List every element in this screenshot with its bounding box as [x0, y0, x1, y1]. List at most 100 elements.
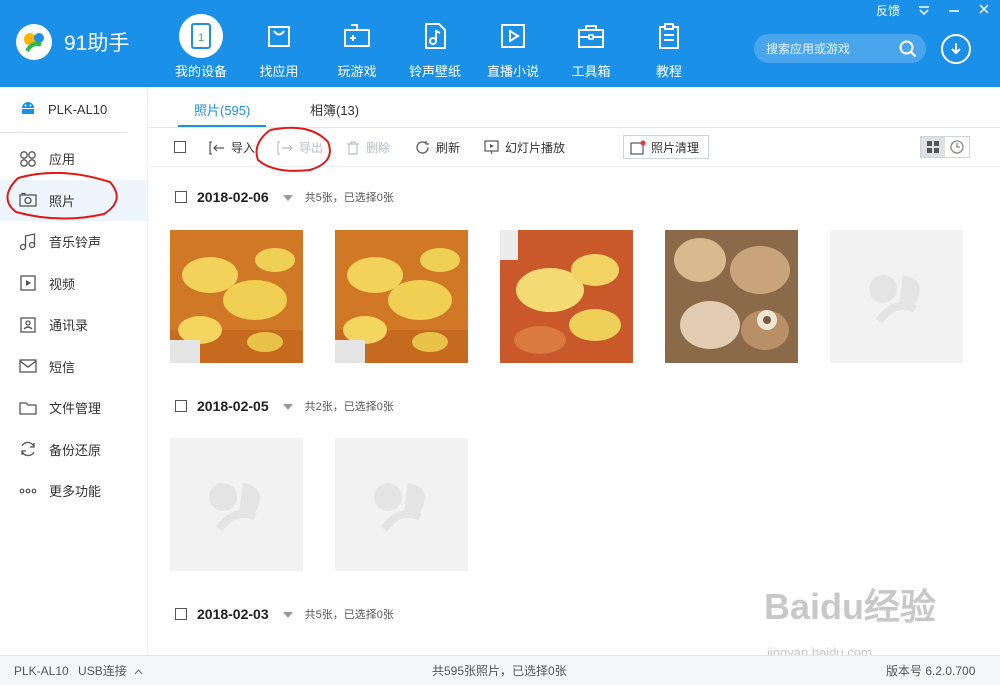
minimize-icon[interactable]: [948, 4, 960, 18]
menu-icon[interactable]: [918, 4, 930, 18]
nav-tutorials[interactable]: 教程: [630, 0, 708, 87]
nav-label: 工具箱: [571, 64, 611, 79]
nav-label: 教程: [655, 64, 682, 79]
photo-placeholder[interactable]: [335, 438, 468, 571]
sidebar-item-music[interactable]: 音乐铃声: [0, 221, 147, 263]
delete-button[interactable]: 删除: [346, 139, 390, 156]
main-content: 照片(595) 相簿(13) 导入 导出 删除 刷新 幻灯片播放 照片清理 20…: [149, 87, 1000, 655]
nav-ringtones[interactable]: 铃声壁纸: [396, 0, 474, 87]
chevron-down-icon[interactable]: [282, 605, 293, 623]
sidebar-item-label: 照片: [49, 193, 76, 209]
close-icon[interactable]: [978, 3, 990, 18]
music-file-icon: [413, 14, 457, 58]
group-date: 2018-02-06: [197, 189, 269, 205]
photo-thumbnail[interactable]: [335, 230, 468, 363]
connection-status[interactable]: PLK-AL10 USB连接: [14, 662, 143, 679]
view-toggle: [920, 136, 970, 158]
version-label: 版本号 6.2.0.700: [886, 664, 976, 678]
import-icon: [209, 140, 224, 155]
slideshow-label: 幻灯片播放: [505, 141, 566, 155]
sidebar-item-apps[interactable]: 应用: [0, 138, 147, 180]
tab-albums[interactable]: 相簿(13): [310, 100, 359, 119]
group-checkbox[interactable]: [175, 608, 187, 620]
chevron-up-icon: [134, 664, 143, 678]
nav-games[interactable]: 玩游戏: [318, 0, 396, 87]
photo-clean-button[interactable]: 照片清理: [623, 135, 709, 159]
search-input[interactable]: [766, 41, 894, 56]
placeholder-logo-icon: [868, 274, 920, 323]
export-button[interactable]: 导出: [277, 139, 323, 156]
tab-photos[interactable]: 照片(595): [194, 100, 250, 119]
photo-placeholder[interactable]: [170, 438, 303, 571]
sidebar-item-label: 应用: [49, 152, 76, 168]
group-checkbox[interactable]: [175, 191, 187, 203]
sidebar-item-label: 备份还原: [49, 442, 102, 458]
top-bar: 91助手 1 我的设备 找应用 玩游戏 铃声壁纸 直播小说 工具箱 教程 反馈 …: [0, 0, 1000, 87]
select-all-checkbox[interactable]: [174, 141, 186, 153]
group-count: 共5张，已选择0张: [304, 609, 394, 621]
photo-thumbnail[interactable]: [665, 230, 798, 363]
placeholder-logo-icon: [373, 482, 425, 531]
app-logo: 91助手: [16, 24, 129, 60]
nav-label: 玩游戏: [337, 64, 377, 79]
download-button[interactable]: [941, 34, 971, 64]
slideshow-icon: [484, 140, 499, 154]
apps-icon: [18, 149, 38, 169]
photo-placeholder[interactable]: [830, 230, 963, 363]
main-nav: 1 我的设备 找应用 玩游戏 铃声壁纸 直播小说 工具箱 教程: [162, 0, 708, 87]
nav-live-novels[interactable]: 直播小说: [474, 0, 552, 87]
timeline-view-icon[interactable]: [945, 137, 969, 157]
chevron-down-icon[interactable]: [282, 188, 293, 206]
sidebar: PLK-AL10 应用 照片 音乐铃声 视频 通讯录 短信 文件管理 备份还原 …: [0, 87, 148, 655]
sidebar-item-photos[interactable]: 照片: [0, 179, 147, 221]
sidebar-item-messages[interactable]: 短信: [0, 346, 147, 388]
toolbox-icon: [569, 14, 613, 58]
grid-view-icon[interactable]: [921, 137, 945, 157]
refresh-icon: [18, 439, 38, 459]
group-date: 2018-02-05: [197, 398, 269, 414]
search-icon[interactable]: [899, 40, 917, 63]
sidebar-item-label: 文件管理: [49, 401, 102, 417]
nav-my-device[interactable]: 1 我的设备: [162, 0, 240, 87]
toolbar: 导入 导出 删除 刷新 幻灯片播放 照片清理: [149, 128, 1000, 167]
status-connection: USB连接: [78, 664, 127, 678]
chevron-down-icon[interactable]: [282, 397, 293, 415]
android-icon: [20, 100, 36, 119]
sidebar-item-contacts[interactable]: 通讯录: [0, 304, 147, 346]
window-controls: 反馈: [876, 2, 990, 19]
nav-toolbox[interactable]: 工具箱: [552, 0, 630, 87]
refresh-label: 刷新: [436, 141, 461, 155]
tablet-icon: 1: [179, 14, 223, 58]
group-date: 2018-02-03: [197, 606, 269, 622]
sidebar-item-files[interactable]: 文件管理: [0, 387, 147, 429]
nav-find-apps[interactable]: 找应用: [240, 0, 318, 87]
trash-icon: [347, 140, 359, 155]
photo-clean-icon: [630, 140, 646, 155]
app-name: 91助手: [64, 32, 130, 55]
group-count: 共5张，已选择0张: [304, 192, 394, 204]
slideshow-button[interactable]: 幻灯片播放: [484, 139, 565, 156]
group-checkbox[interactable]: [175, 400, 187, 412]
nav-label: 我的设备: [174, 64, 227, 79]
bag-icon: [257, 14, 301, 58]
sidebar-item-more[interactable]: 更多功能: [0, 470, 147, 512]
search-box: [754, 34, 926, 63]
photo-clean-label: 照片清理: [651, 140, 700, 155]
sidebar-item-video[interactable]: 视频: [0, 263, 147, 305]
refresh-icon: [416, 141, 429, 154]
message-icon: [18, 356, 38, 376]
download-icon: [951, 43, 961, 55]
sidebar-item-backup[interactable]: 备份还原: [0, 429, 147, 471]
feedback-link[interactable]: 反馈: [876, 2, 900, 19]
nav-label: 直播小说: [486, 64, 539, 79]
photo-group-header: 2018-02-03 共5张，已选择0张: [175, 605, 394, 623]
import-button[interactable]: 导入: [209, 139, 255, 156]
refresh-button[interactable]: 刷新: [415, 139, 460, 156]
svg-text:1: 1: [198, 32, 204, 44]
photo-thumbnail[interactable]: [170, 230, 303, 363]
contacts-icon: [18, 315, 38, 335]
photo-thumbnail[interactable]: [500, 230, 633, 363]
photo-group-header: 2018-02-06 共5张，已选择0张: [175, 188, 394, 206]
more-icon: [18, 481, 38, 501]
gamepad-icon: [335, 14, 379, 58]
